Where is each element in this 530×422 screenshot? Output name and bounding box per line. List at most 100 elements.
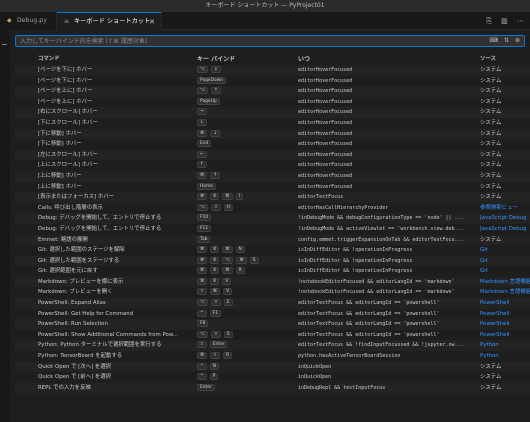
table-row[interactable]: Markdown: プレビューを横に表示 ⌘ K V !notebookEditorFo…	[15, 276, 530, 288]
more-actions-icon[interactable]: ⋯	[517, 17, 524, 25]
source-cell[interactable]: Markdown 言語機能	[480, 277, 530, 288]
key-cap: K	[210, 256, 220, 264]
key-cap: F11	[197, 224, 212, 232]
table-row[interactable]: [ページを下に] ホバー ⌥ ↓ editorHoverFocused システム	[15, 65, 530, 76]
source-cell[interactable]: JavaScript Debug	[480, 224, 530, 235]
table-row[interactable]: [ページを上に] ホバー ⌥ ↑ editorHoverFocused システム	[15, 86, 530, 97]
key-cap: ↑	[197, 161, 207, 169]
source-cell[interactable]: PowerShell	[480, 330, 530, 341]
source-cell[interactable]: JavaScript Debug	[480, 213, 530, 224]
source-cell[interactable]: Python	[480, 351, 530, 362]
key-cap: ⌥	[197, 203, 209, 211]
command-cell: Debug: デバッグを開始して、エントリで停止する	[38, 215, 162, 222]
table-row[interactable]: Python: TensorBoard を起動する ⌘ ⇧ Rpython.hasAc…	[15, 351, 530, 362]
column-header-source[interactable]: ソース	[480, 54, 530, 65]
when-cell: config.emmet.triggerExpansionOnTab && ed…	[298, 236, 464, 243]
table-row[interactable]: [下にスクロール] ホバー ↓ editorHoverFocused システム	[15, 118, 530, 129]
source-cell: システム	[480, 130, 502, 137]
table-row[interactable]: PowerShell: Show Additional Commands fro…	[15, 330, 530, 341]
clear-search-icon[interactable]: ⊗	[515, 37, 520, 44]
column-header-when[interactable]: いつ	[298, 54, 480, 65]
command-cell: [右にスクロール] ホバー	[38, 109, 98, 116]
source-cell: システム	[480, 183, 502, 190]
command-cell: PowerShell: Run Selection	[38, 321, 108, 328]
table-row[interactable]: [下に移動] ホバー ⌘ ↓ editorHoverFocused システム	[15, 128, 530, 140]
open-json-icon[interactable]: ⎘	[486, 17, 492, 25]
keybinding-cell: ⌘ ⇧ R	[197, 351, 299, 362]
source-cell[interactable]: PowerShell	[480, 298, 530, 309]
source-cell[interactable]: Markdown 言語機能	[480, 287, 530, 298]
table-row[interactable]: [右にスクロール] ホバー → editorHoverFocused システム	[15, 107, 530, 118]
when-cell: editorTextFocus	[298, 194, 344, 201]
tab-keyboard-shortcuts[interactable]: ≡ キーボード ショートカット ✕	[57, 12, 162, 30]
split-editor-icon[interactable]: ▥	[501, 17, 508, 25]
table-row[interactable]: Calls: 呼び出し階層の表示 ⌥ ⇧ HeditorHasCallHierarch…	[15, 203, 530, 214]
key-cap: ⌘	[197, 352, 208, 360]
key-cap: N	[209, 362, 219, 370]
command-cell: [上にスクロール] ホバー	[38, 162, 98, 169]
table-row[interactable]: REPL での入力を反映 Enter inDebugRepl && textInpu…	[15, 382, 530, 394]
when-cell: editorHoverFocused	[298, 98, 353, 105]
table-row[interactable]: [上に移動] ホバー ⌘ ↑ editorHoverFocused システム	[15, 170, 530, 182]
key-cap: ⌘	[222, 246, 233, 254]
table-row[interactable]: Markdown: プレビューを開く ⇧ ⌘ V !notebookEditorFocu…	[15, 287, 530, 298]
source-cell[interactable]: Python	[480, 340, 530, 351]
when-cell: !inDebugMode && activeViewlet == 'workbe…	[298, 225, 464, 232]
source-cell[interactable]: Git	[480, 266, 530, 277]
key-cap: ⇧	[211, 330, 221, 338]
close-icon[interactable]: ✕	[149, 13, 155, 31]
table-row[interactable]: [表示またはフォーカス] ホバー ⌘ K ⌘ IeditorTextFocus システム	[15, 192, 530, 203]
when-cell: editorTextFocus && !findInputFocussed &&…	[298, 342, 464, 349]
keybinding-search-box[interactable]: ⌨ ⇅ ⊗	[15, 35, 525, 47]
command-cell: [上に移動] ホバー	[38, 183, 82, 190]
when-cell: isInDiffEditor && !operationInProgress	[298, 247, 413, 254]
table-row[interactable]: Python: Python ターミナルで選択範囲を実行する ⇧ Enter edit…	[15, 340, 530, 352]
record-keys-icon[interactable]: ⌨	[489, 37, 498, 44]
tab-label: キーボード ショートカット	[73, 18, 151, 25]
table-row[interactable]: [ページを下に] ホバー PageDown editorHoverFocused シス…	[15, 76, 530, 87]
command-cell: PowerShell: Show Additional Commands fro…	[38, 331, 178, 338]
when-cell: editorHoverFocused	[298, 109, 353, 116]
table-row[interactable]: Debug: デバッグを開始して、エントリで停止する F11 !inDebugMod…	[15, 224, 530, 235]
table-row[interactable]: Git: 選択した範囲のステージを解除 ⌘ K ⌘ NisInDiffEditor &&…	[15, 245, 530, 256]
command-cell: Git: 選択した範囲をステージする	[38, 257, 120, 264]
keybinding-cell: ⌥ ⇧ H	[197, 203, 299, 214]
key-cap: ⌘	[197, 129, 208, 137]
table-row[interactable]: [左にスクロール] ホバー ← editorHoverFocused システム	[15, 149, 530, 161]
key-cap: R	[223, 352, 233, 360]
table-row[interactable]: [上に移動] ホバー Home editorHoverFocused システム	[15, 182, 530, 193]
table-row[interactable]: Debug: デバッグを開始して、エントリで停止する F10 !inDebugMod…	[15, 213, 530, 224]
source-cell[interactable]: 参照検索ビュー	[480, 203, 530, 214]
table-row[interactable]: PowerShell: Expand Alias ⌥ ⇧ EeditorTextFoc…	[15, 298, 530, 309]
source-cell[interactable]: PowerShell	[480, 319, 530, 330]
source-cell[interactable]: PowerShell	[480, 309, 530, 320]
sort-by-precedence-icon[interactable]: ⇅	[504, 37, 509, 44]
keybinding-cell: ⇧ ⌘ V	[197, 287, 299, 298]
table-row[interactable]: Emmet: 略語の展開 Tab config.emmet.triggerExpan…	[15, 234, 530, 246]
search-input[interactable]	[20, 36, 490, 46]
column-header-command[interactable]: コマンド	[38, 54, 198, 65]
table-row[interactable]: Git: 選択した範囲をステージする ⌘ K ⌥ ⌘ SisInDiffEditor &&…	[15, 255, 530, 267]
source-cell[interactable]: Git	[480, 245, 530, 256]
table-row[interactable]: Quick Open で [次へ] を選択 ^ NinQuickOpen システム	[15, 361, 530, 373]
table-row[interactable]: [上にスクロール] ホバー ↑ editorHoverFocused システム	[15, 160, 530, 171]
column-header-keybinding[interactable]: キー バインド	[197, 54, 299, 65]
table-row[interactable]: [下に移動] ホバー End editorHoverFocused システム	[15, 139, 530, 150]
when-cell: editorHoverFocused	[298, 130, 353, 137]
key-cap: ⌘	[197, 267, 208, 275]
command-cell: REPL での入力を反映	[38, 384, 91, 391]
key-cap: ↓	[210, 129, 221, 137]
table-row[interactable]: PowerShell: Run Selection F8 editorTextFoc…	[15, 319, 530, 330]
when-cell: editorHoverFocused	[298, 162, 353, 169]
command-cell: [ページを下に] ホバー	[38, 67, 93, 73]
source-cell: システム	[480, 151, 502, 158]
key-cap: K	[210, 193, 220, 201]
table-row[interactable]: [ページを上に] ホバー PageUp editorHoverFocused システム	[15, 97, 530, 108]
when-cell: inQuickOpen	[298, 374, 332, 381]
tab-debug-py[interactable]: ◆ Debug.py	[0, 12, 57, 30]
source-cell[interactable]: Git	[480, 256, 530, 267]
table-row[interactable]: PowerShell: Get Help for Command ^ F1 edito…	[15, 309, 530, 320]
source-cell: システム	[480, 194, 502, 201]
table-row[interactable]: Quick Open で [前へ] を選択 ^ PinQuickOpen システム	[15, 372, 530, 383]
table-row[interactable]: Git: 選択範囲を元に戻す ⌘ K ⌘ RisInDiffEditor && !ope…	[15, 266, 530, 277]
